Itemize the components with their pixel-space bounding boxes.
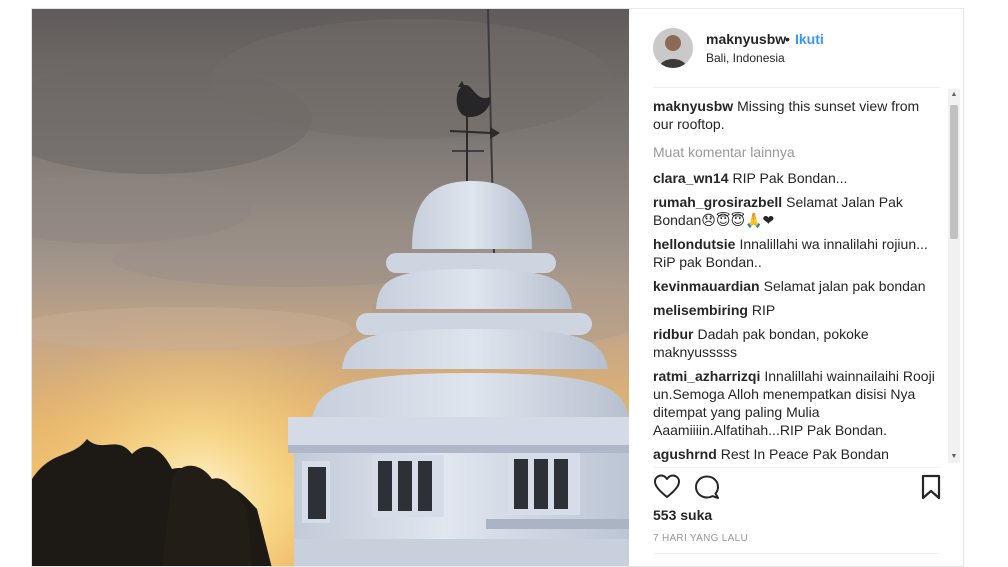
scrollbar-thumb[interactable] (950, 105, 958, 239)
comment-username[interactable]: rumah_grosirazbell (653, 194, 782, 210)
action-bar (653, 473, 943, 503)
comment-item: hellondutsie Innalillahi wa innalilahi ro… (653, 235, 943, 271)
rooftop-sunset-image (32, 9, 629, 566)
follow-button[interactable]: Ikuti (795, 31, 824, 47)
separator-dot: • (785, 31, 790, 47)
comment-text: Selamat jalan pak bondan (763, 278, 926, 294)
comment-username[interactable]: ridbur (653, 326, 693, 342)
comment-icon[interactable] (693, 473, 721, 501)
scroll-up-arrow-icon[interactable]: ▲ (948, 89, 960, 101)
comments-scrollbar[interactable]: ▲ ▼ (948, 89, 960, 463)
comment-item: kevinmauardian Selamat jalan pak bondan (653, 277, 943, 295)
bottom-divider (653, 553, 940, 554)
header-divider (653, 87, 940, 88)
caption: maknyusbw Missing this sunset view from o… (653, 97, 943, 133)
comment-item: ratmi_azharrizqi Innalillahi wainnailaihi… (653, 367, 943, 439)
heart-icon[interactable] (653, 473, 681, 501)
scroll-down-arrow-icon[interactable]: ▼ (948, 451, 960, 463)
instagram-post: maknyusbw • Ikuti Bali, Indonesia maknyu… (31, 8, 964, 567)
comment-item: rumah_grosirazbell Selamat Jalan Pak Bond… (653, 193, 943, 229)
comment-item: melisembiring RIP (653, 301, 943, 319)
comment-username[interactable]: hellondutsie (653, 236, 735, 252)
actions-divider (653, 467, 940, 468)
like-count[interactable]: 553 suka (653, 507, 712, 523)
comment-username[interactable]: agushrnd (653, 446, 717, 462)
comment-text: Rest In Peace Pak Bondan (720, 446, 889, 462)
bookmark-icon[interactable] (917, 473, 945, 501)
avatar[interactable] (653, 28, 693, 68)
comment-username[interactable]: ratmi_azharrizqi (653, 368, 760, 384)
comment-username[interactable]: kevinmauardian (653, 278, 760, 294)
post-header: maknyusbw • Ikuti Bali, Indonesia (629, 9, 963, 87)
post-sidebar: maknyusbw • Ikuti Bali, Indonesia maknyu… (629, 9, 963, 566)
location-link[interactable]: Bali, Indonesia (706, 51, 785, 65)
post-photo[interactable] (32, 9, 629, 566)
comment-text: RIP Pak Bondan... (732, 170, 848, 186)
post-timestamp[interactable]: 7 HARI YANG LALU (653, 533, 748, 544)
load-more-comments-button[interactable]: Muat komentar lainnya (653, 143, 943, 161)
comment-item: ridbur Dadah pak bondan, pokoke maknyusss… (653, 325, 943, 361)
comment-username[interactable]: melisembiring (653, 302, 748, 318)
comment-text: RIP (751, 302, 776, 318)
comment-username[interactable]: clara_wn14 (653, 170, 729, 186)
header-username[interactable]: maknyusbw (706, 31, 786, 47)
caption-username[interactable]: maknyusbw (653, 98, 733, 114)
comments-list[interactable]: maknyusbw Missing this sunset view from o… (653, 97, 943, 467)
comment-item: agushrnd Rest In Peace Pak Bondan (653, 445, 943, 463)
comment-item: clara_wn14 RIP Pak Bondan... (653, 169, 943, 187)
